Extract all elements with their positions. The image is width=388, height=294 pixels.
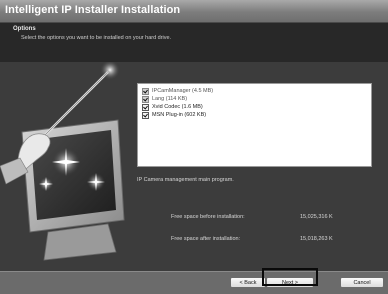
option-label: Xvid Codec (1.6 MB) xyxy=(152,104,203,110)
selection-description: IP Camera management main program. xyxy=(137,177,234,183)
free-space-before-value: 15,025,316 K xyxy=(300,214,333,220)
option-item-xvid-codec[interactable]: Xvid Codec (1.6 MB) xyxy=(142,103,203,111)
option-checkbox[interactable] xyxy=(142,111,149,119)
installer-illustration xyxy=(0,62,125,261)
button-bar: < Back Next > Cancel xyxy=(0,271,388,294)
option-checkbox[interactable] xyxy=(142,103,149,111)
option-item-msn-plugin[interactable]: MSN Plug-in (602 KB) xyxy=(142,111,206,119)
option-checkbox[interactable] xyxy=(142,95,149,103)
section-title: Options xyxy=(13,26,36,32)
back-button[interactable]: < Back xyxy=(230,277,266,288)
option-checkbox[interactable] xyxy=(142,87,149,95)
installer-window: Intelligent IP Installer Installation Op… xyxy=(0,0,388,294)
section-description: Select the options you want to be instal… xyxy=(21,35,172,41)
option-item-ipcammanager[interactable]: IPCamManager (4.5 MB) xyxy=(142,87,213,95)
option-label: Lang (114 KB) xyxy=(152,96,188,102)
next-button-highlight xyxy=(262,268,318,286)
options-header: Options Select the options you want to b… xyxy=(0,23,388,62)
window-title: Intelligent IP Installer Installation xyxy=(5,4,181,16)
option-item-lang[interactable]: Lang (114 KB) xyxy=(142,95,187,103)
free-space-after-label: Free space after installation: xyxy=(171,236,241,242)
option-label: MSN Plug-in (602 KB) xyxy=(152,112,207,118)
option-label: IPCamManager (4.5 MB) xyxy=(152,88,214,94)
title-bar: Intelligent IP Installer Installation xyxy=(0,0,388,23)
free-space-before-label: Free space before installation: xyxy=(171,214,245,220)
cancel-button[interactable]: Cancel xyxy=(340,277,384,288)
free-space-after-value: 15,018,263 K xyxy=(300,236,333,242)
options-list[interactable]: IPCamManager (4.5 MB) Lang (114 KB) Xvid… xyxy=(137,83,372,167)
